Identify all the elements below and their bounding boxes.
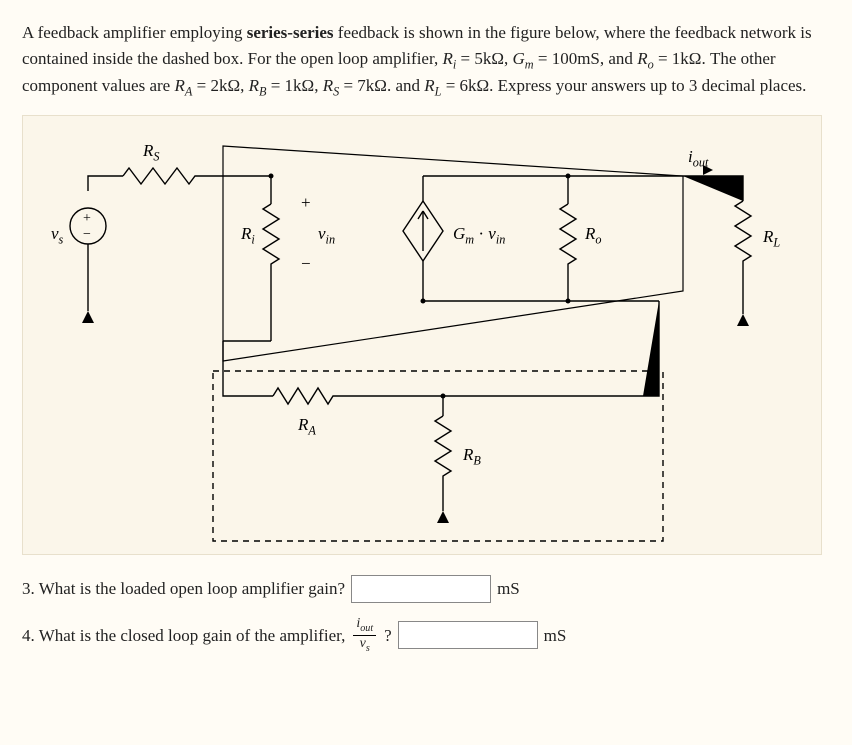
rl-symbol: R: [424, 76, 434, 95]
rl-value: 6kΩ: [460, 76, 490, 95]
iout-label: iout: [688, 144, 708, 172]
and-text: , and: [600, 49, 637, 68]
rb-symbol: R: [249, 76, 259, 95]
minus-sign: −: [301, 251, 311, 277]
ro-symbol: R: [637, 49, 647, 68]
rb-label: RB: [463, 442, 481, 470]
circuit-diagram: + −: [22, 115, 822, 555]
svg-text:+: +: [83, 211, 91, 226]
rs-label: RS: [143, 138, 160, 166]
question-3: 3. What is the loaded open loop amplifie…: [22, 575, 830, 603]
ra-label: RA: [298, 412, 316, 440]
ri-value: 5kΩ: [474, 49, 504, 68]
svg-text:−: −: [83, 227, 91, 242]
comma: ,: [314, 76, 323, 95]
eq: =: [534, 49, 552, 68]
gm-symbol: G: [512, 49, 524, 68]
rs-symbol: R: [323, 76, 333, 95]
problem-statement: A feedback amplifier employing series-se…: [22, 20, 830, 101]
rb-value: 1kΩ: [285, 76, 315, 95]
rs-value: 7kΩ: [357, 76, 387, 95]
eq: =: [192, 76, 210, 95]
question-4: 4. What is the closed loop gain of the a…: [22, 617, 830, 654]
q4-answer-input[interactable]: [398, 621, 538, 649]
vs-label: vs: [51, 221, 63, 249]
q3-text: 3. What is the loaded open loop amplifie…: [22, 576, 345, 602]
and-text-2: . and: [387, 76, 424, 95]
ri-label: Ri: [241, 221, 255, 249]
ro-label: Ro: [585, 221, 602, 249]
plus-sign: +: [301, 190, 311, 216]
q4-unit: mS: [544, 623, 567, 649]
eq: =: [441, 76, 459, 95]
q3-answer-input[interactable]: [351, 575, 491, 603]
eq: =: [456, 49, 474, 68]
eq: =: [654, 49, 672, 68]
q4-text-a: 4. What is the closed loop gain of the a…: [22, 623, 345, 649]
vin-label: vin: [318, 221, 335, 249]
ri-symbol: R: [442, 49, 452, 68]
q3-unit: mS: [497, 576, 520, 602]
comma: ,: [240, 76, 249, 95]
intro-text: A feedback amplifier employing: [22, 23, 247, 42]
rl-label: RL: [763, 224, 780, 252]
ro-value: 1kΩ: [672, 49, 702, 68]
ra-value: 2kΩ: [210, 76, 240, 95]
gm-sub: m: [525, 57, 534, 71]
gm-value: 100mS: [552, 49, 600, 68]
feedback-type: series-series: [247, 23, 334, 42]
gmvin-label: Gm · vin: [453, 221, 505, 249]
ra-symbol: R: [174, 76, 184, 95]
eq: =: [339, 76, 357, 95]
q4-text-b: ?: [384, 623, 392, 649]
closing: . Express your answers up to 3 decimal p…: [489, 76, 806, 95]
period: .: [701, 49, 710, 68]
eq: =: [266, 76, 284, 95]
q4-fraction: iout vs: [353, 617, 376, 654]
